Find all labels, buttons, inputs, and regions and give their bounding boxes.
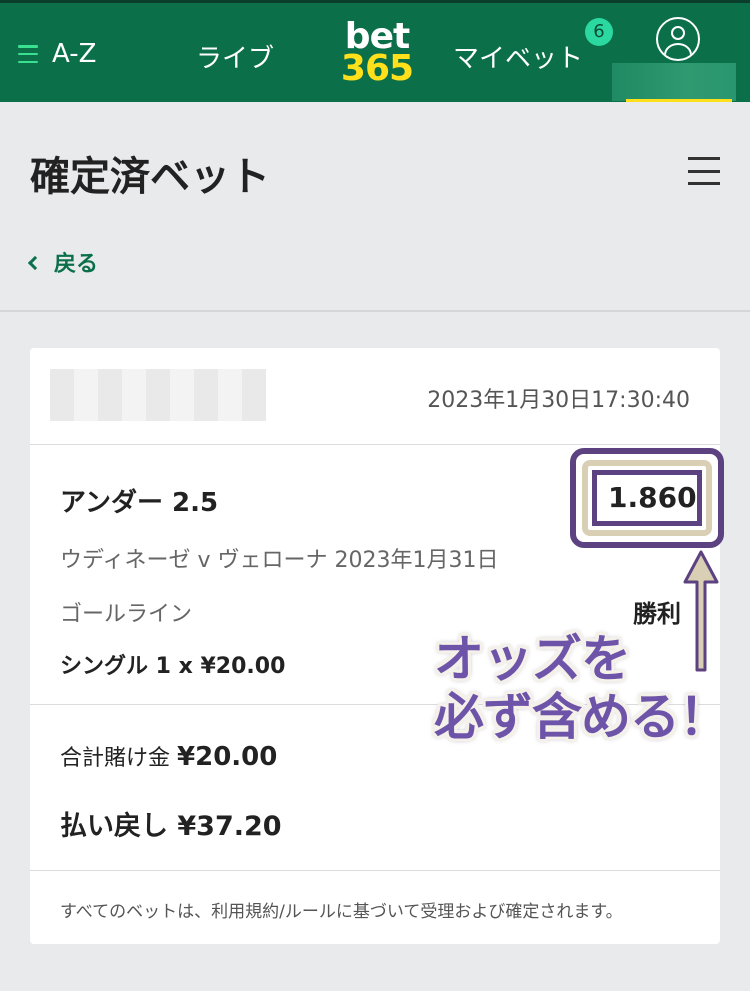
chevron-left-icon: [27, 255, 43, 271]
bet-event: ウディネーゼ v ヴェローナ 2023年1月31日: [60, 548, 499, 573]
bet-type: シングル 1 x ¥20.00: [60, 654, 286, 679]
stake-label: 合計賭け金: [60, 746, 171, 771]
total-stake: 合計賭け金 ¥20.00: [60, 740, 277, 772]
logo-text-365: 365: [340, 48, 414, 89]
terms-note: すべてのベットは、利用規約/ルールに基づいて受理および確定されます。: [60, 902, 623, 922]
bet-market: ゴールライン: [60, 602, 193, 627]
menu-icon[interactable]: [688, 157, 720, 185]
account-balance-redacted: [612, 63, 736, 101]
bet365-logo[interactable]: bet 365: [340, 19, 414, 89]
az-label: A-Z: [52, 39, 97, 69]
bet-selection: アンダー 2.5: [60, 488, 219, 518]
header-divider: [0, 310, 750, 312]
top-nav: A-Z ライブ bet 365 マイベット 6: [0, 0, 750, 102]
callout-line-1: オッズを: [434, 630, 631, 688]
callout-line-2: 必ず含める！: [434, 688, 729, 746]
back-label: 戻る: [54, 252, 99, 277]
az-menu-button[interactable]: A-Z: [18, 39, 96, 69]
page-title: 確定済ベット: [30, 154, 270, 200]
live-tab[interactable]: ライブ: [196, 38, 274, 75]
mybets-tab[interactable]: マイベット: [453, 38, 583, 75]
back-link[interactable]: 戻る: [27, 246, 99, 278]
odds-highlight-frame: [570, 448, 724, 548]
account-icon[interactable]: [656, 17, 700, 61]
payout: 払い戻し ¥37.20: [60, 811, 282, 842]
account-underline: [626, 99, 732, 102]
card-divider: [30, 870, 720, 871]
redacted-bet-id: [50, 369, 266, 421]
hamburger-icon: [18, 45, 38, 63]
bet-datetime: 2023年1月30日17:30:40: [427, 388, 690, 413]
card-divider: [30, 444, 720, 445]
annotation-callout: オッズを 必ず含める！: [434, 630, 734, 746]
bet-result: 勝利: [633, 600, 681, 628]
stake-value: ¥20.00: [177, 742, 278, 772]
mybets-count-badge: 6: [585, 18, 613, 46]
